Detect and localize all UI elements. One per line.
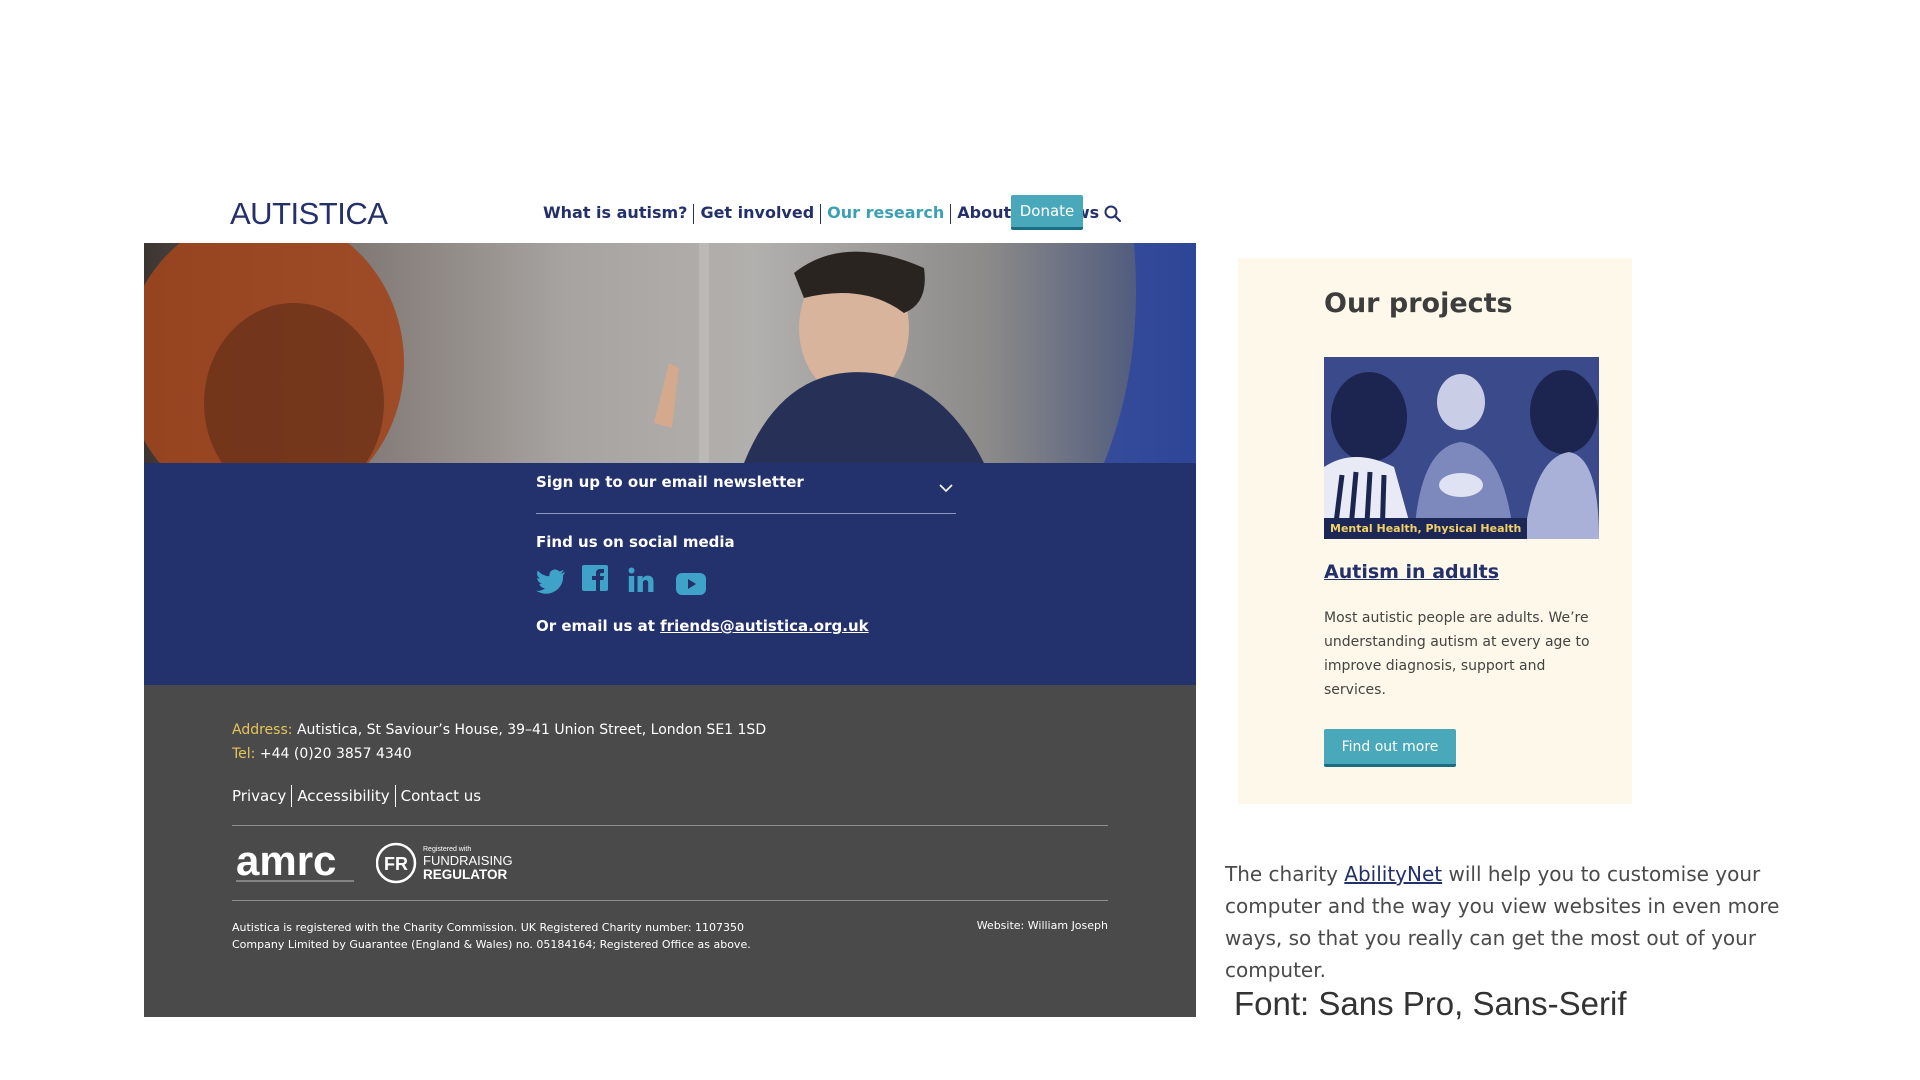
find-out-more-button[interactable]: Find out more [1324,729,1456,767]
email-prefix: Or email us at [536,617,661,635]
svg-text:Registered with: Registered with [423,846,471,853]
hero-illustration [144,243,1196,463]
site-header: AUTISTICA What is autism? Get involved Our… [144,188,1196,243]
svg-text:amrc: amrc [236,841,336,884]
email-link[interactable]: friends@autistica.org.uk [660,617,868,635]
email-line: Or email us at friends@autistica.org.uk [536,617,869,635]
footer-divider [232,825,1108,826]
youtube-icon[interactable] [676,573,706,595]
footer-link-accessibility[interactable]: Accessibility [292,787,394,805]
registration-line-2: Company Limited by Guarantee (England & … [232,938,751,951]
website-credit[interactable]: Website: William Joseph [977,919,1108,932]
card-title: Our projects [1324,288,1513,319]
linkedin-icon[interactable] [628,567,654,593]
chevron-down-icon [939,484,953,493]
address-value: Autistica, St Saviour’s House, 39–41 Uni… [296,722,767,738]
telephone: Tel: +44 (0)20 3857 4340 [232,746,412,762]
abilitynet-paragraph: The charity AbilityNet will help you to … [1225,858,1805,986]
abilitynet-link[interactable]: AbilityNet [1344,862,1442,886]
address-label: Address: [232,722,293,738]
project-photo [1324,357,1599,539]
footer-link-privacy[interactable]: Privacy [232,787,291,805]
twitter-icon[interactable] [536,569,566,595]
footer-links: Privacy Accessibility Contact us [232,785,486,807]
newsletter-toggle[interactable]: Sign up to our email newsletter [536,473,956,514]
svg-text:FR: FR [384,854,408,874]
newsletter-band: Sign up to our email newsletter Find us … [144,463,1196,685]
registration-text: Autistica is registered with the Charity… [232,919,751,953]
nav-item-our-research[interactable]: Our research [821,203,950,222]
donate-button[interactable]: Donate [1011,195,1083,230]
project-image[interactable]: Mental Health, Physical Health [1324,357,1599,539]
newsletter-label: Sign up to our email newsletter [536,473,804,491]
project-link[interactable]: Autism in adults [1324,561,1499,583]
fundraising-regulator-logo[interactable]: FR Registered with FUNDRAISING REGULATOR [376,841,516,885]
hero-photo [144,243,1196,463]
footer-divider [232,900,1108,901]
footer-link-contact[interactable]: Contact us [396,787,486,805]
autistica-logo[interactable]: AUTISTICA [230,196,388,232]
amrc-logo[interactable]: amrc [234,841,360,885]
address: Address: Autistica, St Saviour’s House, … [232,722,766,738]
project-tag: Mental Health, Physical Health [1324,518,1528,539]
tel-label: Tel: [232,746,256,762]
projects-card: Our projects Mental Health, Physical Hea… [1238,258,1632,804]
facebook-icon[interactable] [582,565,608,591]
ability-prefix: The charity [1225,862,1345,886]
social-title: Find us on social media [536,533,735,551]
site-footer: Address: Autistica, St Saviour’s House, … [144,685,1196,1017]
svg-text:REGULATOR: REGULATOR [423,867,508,882]
font-note: Font: Sans Pro, Sans-Serif [1234,985,1627,1022]
search-icon[interactable] [1102,203,1124,225]
project-description: Most autistic people are adults. We’re u… [1324,610,1590,698]
nav-item-what-is-autism[interactable]: What is autism? [537,203,693,222]
nav-item-get-involved[interactable]: Get involved [694,203,820,222]
registration-line-1: Autistica is registered with the Charity… [232,921,745,934]
svg-text:FUNDRAISING: FUNDRAISING [423,853,513,868]
tel-value: +44 (0)20 3857 4340 [259,746,412,762]
